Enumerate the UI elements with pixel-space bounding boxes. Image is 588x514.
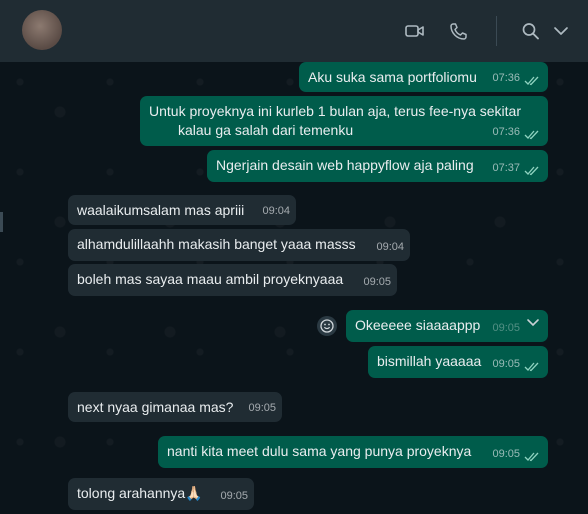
video-call-icon[interactable]	[404, 21, 426, 41]
message-incoming[interactable]: boleh mas sayaa maau ambil proyeknyaaa 0…	[68, 264, 397, 296]
message-options-chevron-icon[interactable]	[526, 318, 540, 328]
message-time: 09:05	[363, 276, 391, 288]
message-text: tolong arahannya🙏🏻	[77, 485, 203, 501]
message-time: 07:37	[492, 162, 520, 174]
message-time: 09:05	[220, 490, 248, 502]
message-time: 09:05	[492, 358, 520, 370]
message-time: 09:04	[376, 241, 404, 253]
chat-header	[0, 0, 588, 63]
message-text: Okeeeee siaaaappp	[355, 317, 481, 333]
message-time: 09:04	[262, 205, 290, 217]
message-text: Ngerjain desain web happyflow aja paling	[216, 157, 474, 173]
message-outgoing[interactable]: bismillah yaaaaa 09:05	[368, 346, 548, 378]
message-time: 07:36	[492, 72, 520, 84]
message-incoming[interactable]: tolong arahannya🙏🏻 09:05	[68, 478, 254, 510]
message-text: boleh mas sayaa maau ambil proyeknyaaa	[77, 271, 344, 287]
read-ticks-icon	[524, 130, 539, 140]
header-divider	[496, 16, 497, 46]
message-text: nanti kita meet dulu sama yang punya pro…	[167, 443, 472, 459]
message-text: alhamdulillaahh makasih banget yaaa mass…	[77, 236, 356, 252]
message-text: waalaikumsalam mas apriii	[77, 202, 245, 218]
message-text: next nyaa gimanaa mas?	[77, 399, 234, 415]
message-outgoing[interactable]: nanti kita meet dulu sama yang punya pro…	[158, 436, 548, 468]
message-outgoing[interactable]: Ngerjain desain web happyflow aja paling…	[207, 150, 548, 182]
menu-chevron-icon[interactable]	[550, 21, 572, 41]
message-outgoing[interactable]: Okeeeee siaaaappp 09:05	[346, 310, 548, 342]
message-time: 07:36	[492, 126, 520, 138]
scrollbar[interactable]	[0, 212, 3, 232]
message-text-line-2: kalau ga salah dari temenku	[178, 122, 354, 138]
reaction-emoji-button[interactable]	[317, 316, 337, 336]
read-ticks-icon	[524, 76, 539, 86]
message-incoming[interactable]: waalaikumsalam mas apriii 09:04	[68, 195, 296, 225]
voice-call-icon[interactable]	[448, 21, 470, 41]
read-ticks-icon	[524, 166, 539, 176]
message-incoming[interactable]: alhamdulillaahh makasih banget yaaa mass…	[68, 229, 410, 261]
message-text: Aku suka sama portfoliomu	[308, 69, 477, 85]
search-icon[interactable]	[520, 21, 542, 41]
message-text-line-1: Untuk proyeknya ini kurleb 1 bulan aja, …	[149, 103, 521, 119]
message-outgoing[interactable]: Untuk proyeknya ini kurleb 1 bulan aja, …	[140, 96, 548, 146]
message-outgoing[interactable]: Aku suka sama portfoliomu 07:36	[299, 62, 548, 92]
message-time: 09:05	[492, 322, 520, 334]
message-text: bismillah yaaaaa	[377, 353, 482, 369]
message-list[interactable]: Aku suka sama portfoliomu 07:36 Untuk pr…	[0, 62, 588, 514]
smiley-icon	[320, 319, 334, 333]
message-time: 09:05	[492, 448, 520, 460]
message-time: 09:05	[248, 402, 276, 414]
read-ticks-icon	[524, 452, 539, 462]
message-incoming[interactable]: next nyaa gimanaa mas? 09:05	[68, 392, 282, 422]
read-ticks-icon	[524, 362, 539, 372]
avatar[interactable]	[22, 10, 62, 50]
